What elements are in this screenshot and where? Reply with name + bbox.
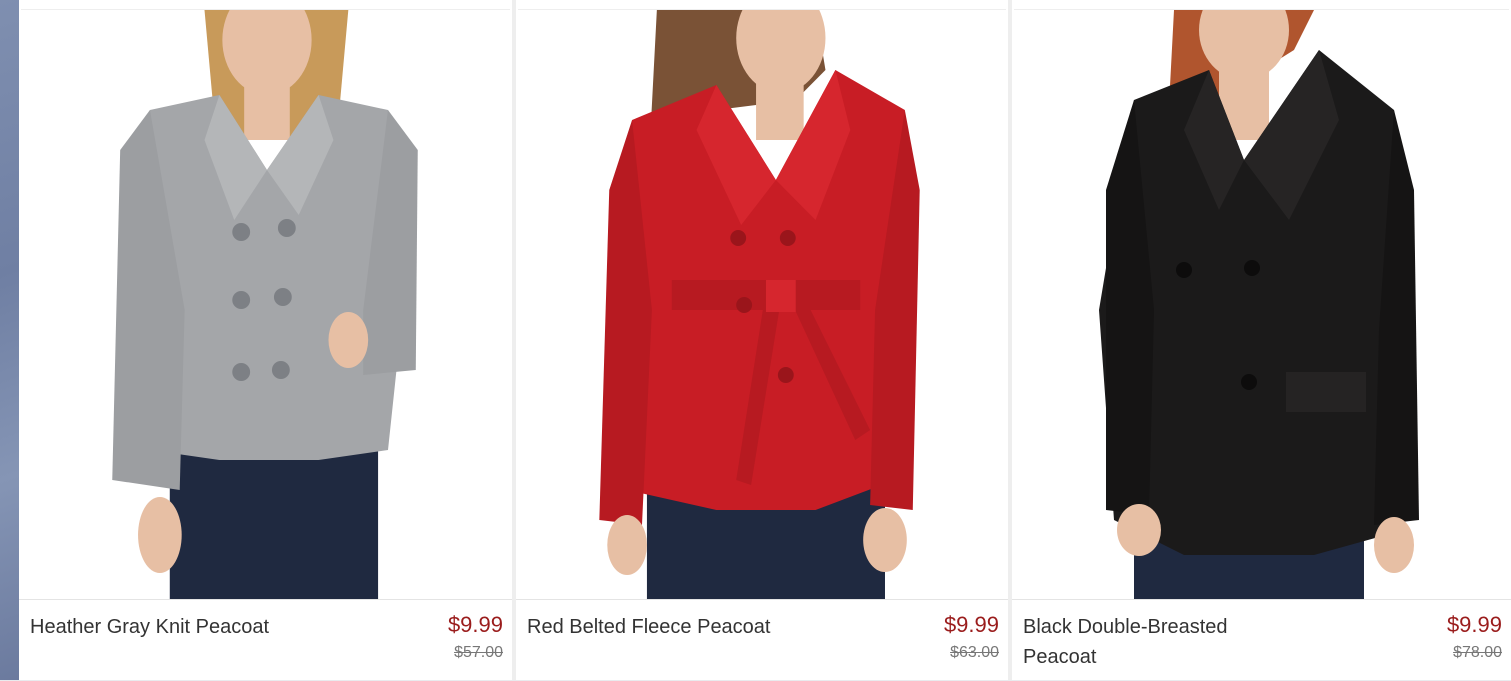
product-image[interactable] — [21, 9, 510, 599]
product-grid: Heather Gray Knit Peacoat $9.99 $57.00 R… — [19, 0, 1511, 680]
product-name[interactable]: Heather Gray Knit Peacoat — [30, 612, 290, 642]
original-price: $57.00 — [454, 644, 503, 661]
sale-price: $9.99 — [1446, 612, 1502, 637]
page-background-strip — [0, 0, 19, 680]
product-card[interactable]: Heather Gray Knit Peacoat $9.99 $57.00 — [19, 0, 516, 680]
product-info: Red Belted Fleece Peacoat $9.99 $63.00 — [516, 599, 1008, 681]
original-price: $63.00 — [950, 644, 999, 661]
product-name[interactable]: Red Belted Fleece Peacoat — [527, 612, 787, 642]
product-image[interactable] — [1014, 9, 1509, 599]
product-card[interactable]: Black Double-Breasted Peacoat $9.99 $78.… — [1012, 0, 1511, 680]
product-info: Black Double-Breasted Peacoat $9.99 $78.… — [1012, 599, 1511, 681]
product-card[interactable]: Red Belted Fleece Peacoat $9.99 $63.00 — [516, 0, 1012, 680]
sale-price: $9.99 — [943, 612, 999, 637]
product-image[interactable] — [518, 9, 1006, 599]
sale-price: $9.99 — [447, 612, 503, 637]
product-name[interactable]: Black Double-Breasted Peacoat — [1023, 612, 1283, 672]
original-price: $78.00 — [1453, 644, 1502, 661]
product-info: Heather Gray Knit Peacoat $9.99 $57.00 — [19, 599, 512, 681]
